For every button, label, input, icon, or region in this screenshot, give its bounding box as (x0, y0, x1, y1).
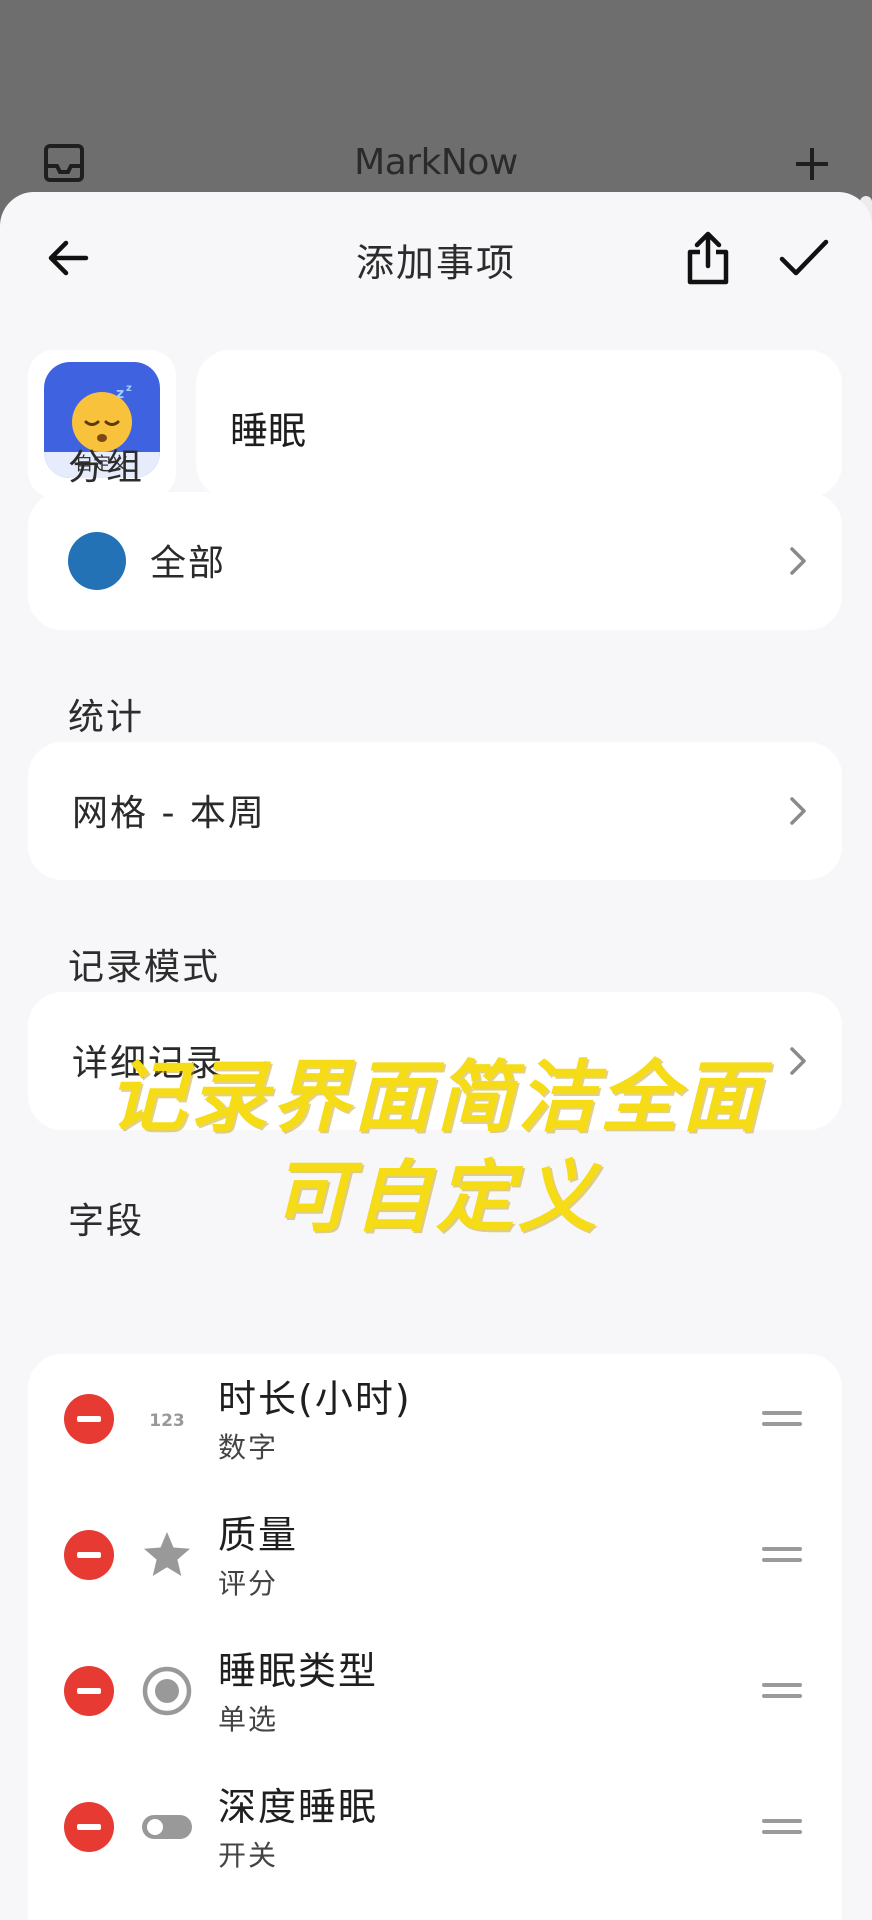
item-name-field[interactable]: 睡眠 (196, 350, 842, 498)
field-type: 开关 (218, 1839, 279, 1872)
mode-value: 详细记录 (72, 1043, 225, 1084)
remove-field-button[interactable] (64, 1666, 114, 1716)
share-icon[interactable] (682, 230, 734, 286)
stats-value: 网格 - 本周 (72, 793, 266, 834)
confirm-check-icon[interactable] (778, 236, 830, 280)
field-type: 单选 (218, 1703, 279, 1736)
drag-handle-icon[interactable] (762, 1817, 802, 1837)
group-selector[interactable]: 全部 (28, 492, 842, 630)
stats-section-label: 统计 (68, 697, 145, 738)
group-section-label: 分组 (68, 447, 145, 488)
field-name: 时长(小时) (218, 1377, 412, 1421)
chevron-right-icon (790, 547, 806, 575)
page-title: 添加事项 (355, 241, 516, 285)
chevron-right-icon (790, 1047, 806, 1075)
field-name: 质量 (218, 1513, 299, 1557)
field-type: 数字 (218, 1431, 279, 1464)
field-type: 评分 (218, 1567, 279, 1600)
group-color-dot (68, 532, 126, 590)
drag-handle-icon[interactable] (762, 1545, 802, 1565)
radio-icon (142, 1666, 192, 1716)
mode-section-label: 记录模式 (68, 947, 221, 988)
field-row[interactable]: 深度睡眠 开关 (28, 1762, 842, 1898)
field-name: 深度睡眠 (218, 1785, 379, 1829)
background-app-bar: MarkNow (0, 0, 872, 210)
fields-section-label: 字段 (68, 1201, 145, 1242)
fields-list: 123 时长(小时) 数字 质量 评分 睡眠类型 单选 深度睡眠 开关 (28, 1354, 842, 1920)
drag-handle-icon[interactable] (762, 1681, 802, 1701)
field-name: 睡眠类型 (218, 1649, 379, 1693)
drag-handle-icon[interactable] (762, 1409, 802, 1429)
plus-icon[interactable] (792, 144, 832, 184)
mode-selector[interactable]: 详细记录 (28, 992, 842, 1130)
item-name-value: 睡眠 (230, 409, 307, 453)
svg-text:z: z (126, 383, 132, 394)
toggle-icon (142, 1815, 192, 1839)
field-row[interactable]: 123 时长(小时) 数字 (28, 1354, 842, 1490)
stats-selector[interactable]: 网格 - 本周 (28, 742, 842, 880)
group-value: 全部 (150, 543, 227, 584)
remove-field-button[interactable] (64, 1394, 114, 1444)
add-item-sheet: 添加事项 z z 自定义 睡眠 分组 全部 统计 网格 - 本周 记录模式 详细… (0, 192, 872, 1920)
svg-text:123: 123 (149, 1411, 185, 1431)
field-row[interactable]: 质量 评分 (28, 1490, 842, 1626)
chevron-right-icon (790, 797, 806, 825)
star-icon (144, 1532, 190, 1576)
remove-field-button[interactable] (64, 1802, 114, 1852)
remove-field-button[interactable] (64, 1530, 114, 1580)
number-123-icon: 123 (149, 1411, 185, 1431)
sheet-header: 添加事项 (0, 192, 872, 322)
svg-text:z: z (116, 386, 124, 402)
background-app-title: MarkNow (354, 142, 518, 183)
field-row[interactable]: 睡眠类型 单选 (28, 1626, 842, 1762)
